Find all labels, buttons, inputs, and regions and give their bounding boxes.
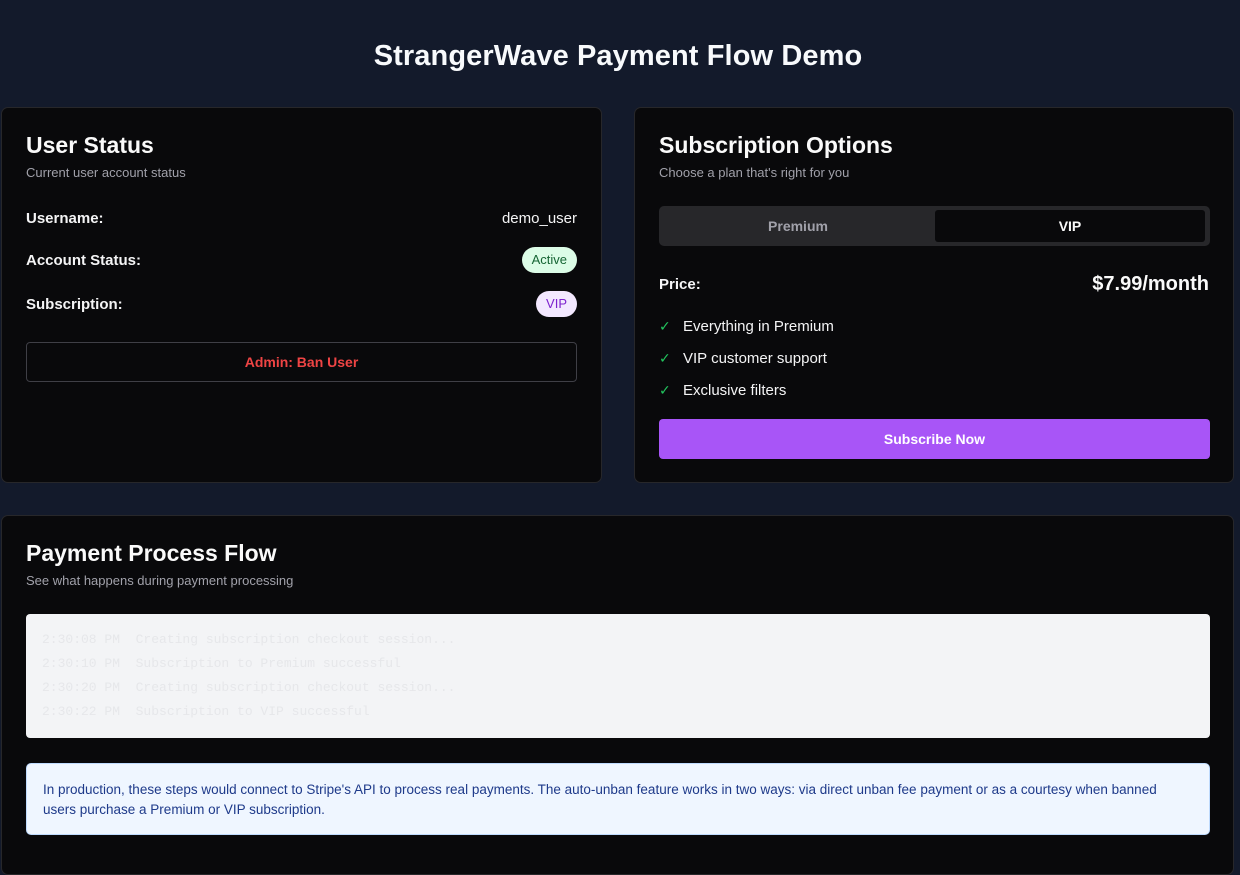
tab-premium[interactable]: Premium <box>663 210 933 242</box>
tab-vip[interactable]: VIP <box>935 210 1205 242</box>
feature-item: ✓ Exclusive filters <box>659 382 786 399</box>
user-status-title: User Status <box>26 132 154 158</box>
production-info-note: In production, these steps would connect… <box>26 763 1210 835</box>
user-status-card: User Status Current user account status … <box>1 107 602 483</box>
subscription-label: Subscription: <box>26 296 123 313</box>
feature-text: Everything in Premium <box>683 318 834 335</box>
log-entry: 2:30:10 PM Subscription to Premium succe… <box>42 656 401 671</box>
feature-text: Exclusive filters <box>683 382 787 399</box>
account-status-badge: Active <box>521 247 577 273</box>
log-entry: 2:30:08 PM Creating subscription checkou… <box>42 632 456 647</box>
username-value: demo_user <box>501 210 577 227</box>
subscription-title: Subscription Options <box>659 132 893 158</box>
check-icon: ✓ <box>659 382 671 398</box>
page-title: StrangerWave Payment Flow Demo <box>373 40 863 72</box>
ban-user-button[interactable]: Admin: Ban User <box>26 342 577 382</box>
check-icon: ✓ <box>659 318 671 334</box>
account-status-label: Account Status: <box>26 252 142 269</box>
subscription-options-card: Subscription Options Choose a plan that'… <box>634 107 1234 483</box>
payment-log: 2:30:08 PM Creating subscription checkou… <box>26 614 1210 738</box>
subscription-subtitle: Choose a plan that's right for you <box>659 165 850 180</box>
feature-item: ✓ Everything in Premium <box>659 318 834 335</box>
payment-flow-title: Payment Process Flow <box>26 540 277 566</box>
payment-flow-card: Payment Process Flow See what happens du… <box>1 515 1234 875</box>
feature-item: ✓ VIP customer support <box>659 350 827 367</box>
subscription-badge: VIP <box>536 291 577 317</box>
log-entry: 2:30:22 PM Subscription to VIP successfu… <box>42 704 370 719</box>
plan-tabs: Premium VIP <box>659 206 1210 246</box>
payment-flow-subtitle: See what happens during payment processi… <box>26 573 294 588</box>
subscribe-now-button[interactable]: Subscribe Now <box>659 419 1210 459</box>
feature-text: VIP customer support <box>683 350 827 367</box>
price-label: Price: <box>659 276 701 293</box>
check-icon: ✓ <box>659 350 671 366</box>
price-value: $7.99/month <box>1092 273 1209 295</box>
username-label: Username: <box>26 210 104 227</box>
log-entry: 2:30:20 PM Creating subscription checkou… <box>42 680 456 695</box>
user-status-subtitle: Current user account status <box>26 165 186 180</box>
